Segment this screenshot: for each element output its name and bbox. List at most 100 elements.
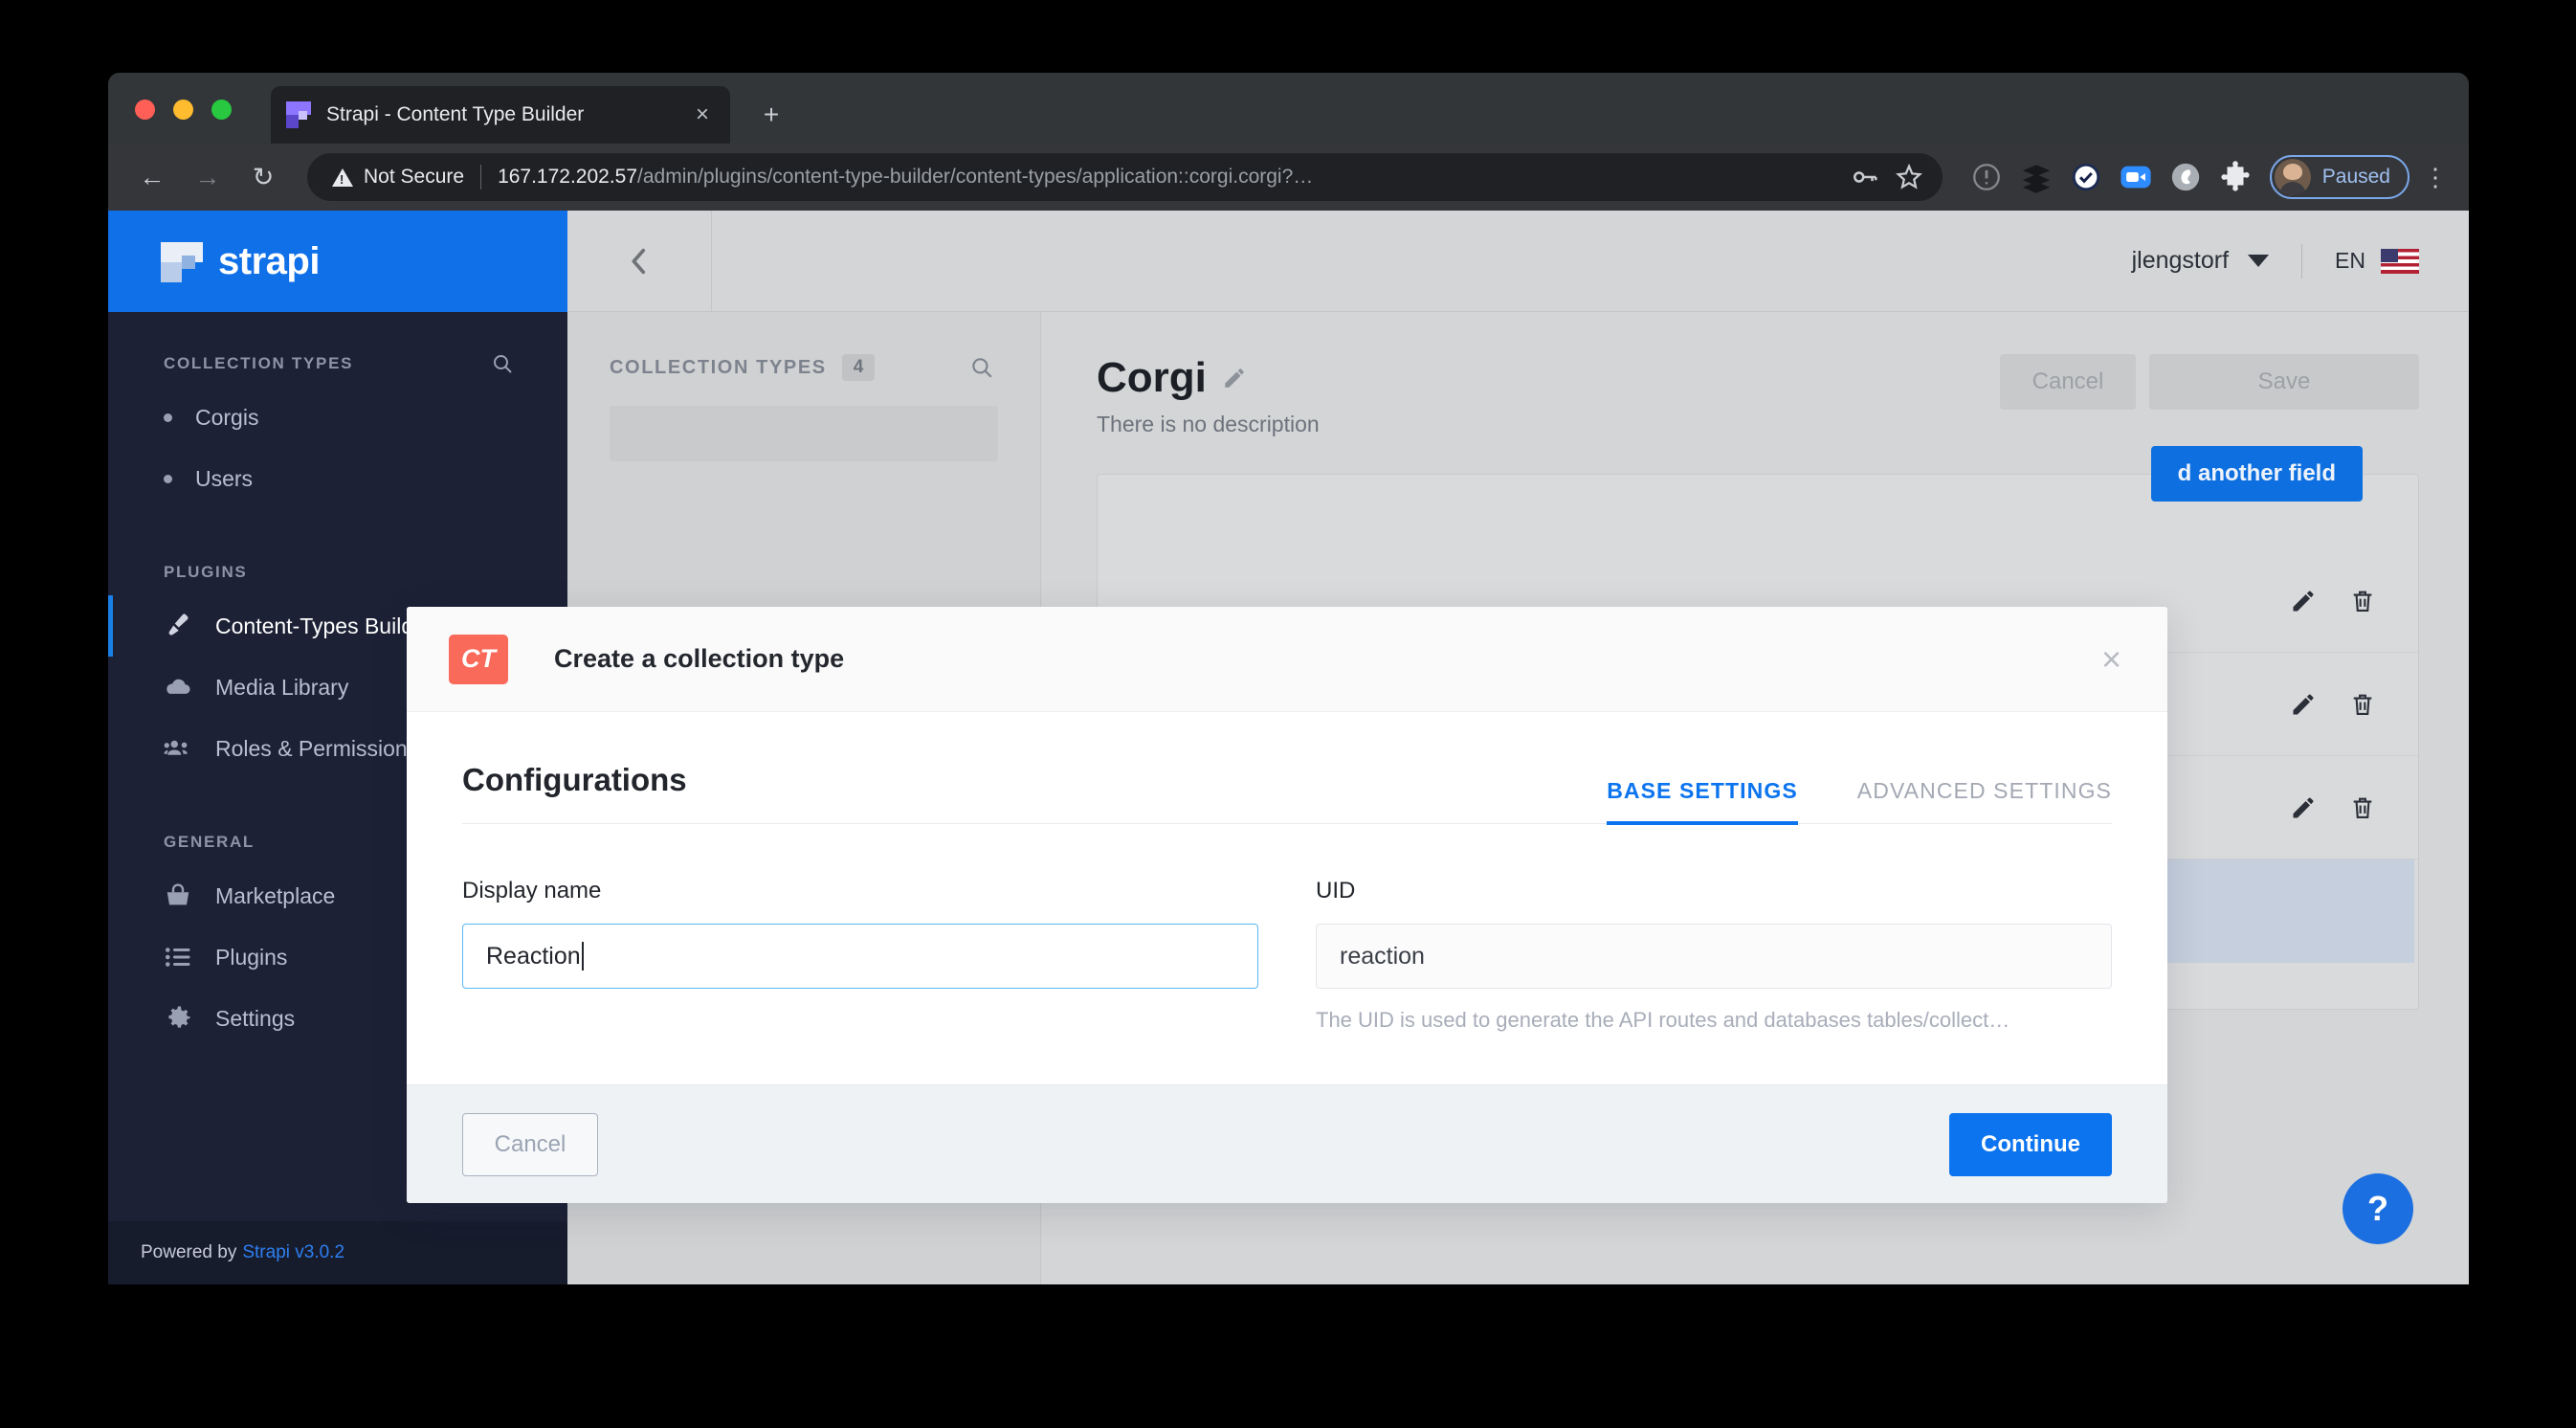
topbar-separator xyxy=(2301,244,2302,279)
close-window-button[interactable] xyxy=(135,100,155,120)
cloud-upload-icon xyxy=(164,673,196,702)
url-text: 167.172.202.57/admin/plugins/content-typ… xyxy=(498,166,1835,189)
content-type-description: There is no description xyxy=(1097,412,1320,437)
puzzle-piece-icon[interactable] xyxy=(2214,156,2256,198)
tab-base-settings[interactable]: BASE SETTINGS xyxy=(1607,778,1798,823)
not-secure-indicator[interactable]: Not Secure xyxy=(332,166,464,189)
sidebar-item-users[interactable]: Users xyxy=(108,448,567,509)
pencil-icon[interactable] xyxy=(2290,794,2317,821)
bullet-icon xyxy=(164,475,172,483)
display-name-value: Reaction xyxy=(486,943,581,971)
browser-menu-button[interactable]: ⋮ xyxy=(2423,170,2444,184)
topbar-divider xyxy=(711,211,712,312)
forward-button[interactable]: → xyxy=(185,154,231,200)
uid-hint-text: The UID is used to generate the API rout… xyxy=(1316,1008,2112,1033)
display-name-input[interactable]: Reaction xyxy=(462,924,1258,989)
modal-title: Create a collection type xyxy=(554,644,844,674)
modal-continue-button[interactable]: Continue xyxy=(1949,1113,2112,1176)
add-another-field-button[interactable]: d another field xyxy=(2151,446,2363,502)
address-bar[interactable]: Not Secure 167.172.202.57/admin/plugins/… xyxy=(307,153,1943,201)
display-name-label: Display name xyxy=(462,878,1258,904)
users-group-icon xyxy=(164,734,196,763)
strapi-logo[interactable]: strapi xyxy=(108,211,567,312)
uid-field-group: UID reaction The UID is used to generate… xyxy=(1316,878,2112,1033)
cancel-button[interactable]: Cancel xyxy=(2000,354,2136,410)
browser-window: Strapi - Content Type Builder × + ← → ↻ … xyxy=(108,73,2469,1284)
chevron-down-icon xyxy=(2248,255,2269,267)
trash-icon[interactable] xyxy=(2349,691,2376,718)
settings-tabs: BASE SETTINGS ADVANCED SETTINGS xyxy=(1607,778,2112,823)
info-circle-icon[interactable] xyxy=(1965,156,2008,198)
strapi-logo-icon xyxy=(161,240,203,282)
display-name-field-group: Display name Reaction xyxy=(462,878,1258,1033)
new-tab-button[interactable]: + xyxy=(757,101,786,128)
trash-icon[interactable] xyxy=(2349,794,2376,821)
help-button[interactable]: ? xyxy=(2343,1173,2413,1244)
user-name-label: jlengstorf xyxy=(2132,247,2229,275)
create-collection-type-modal: CT Create a collection type × Configurat… xyxy=(407,607,2167,1203)
layers-stack-icon[interactable] xyxy=(2015,156,2057,198)
pencil-icon[interactable] xyxy=(2290,691,2317,718)
modal-body: Configurations BASE SETTINGS ADVANCED SE… xyxy=(407,712,2167,1084)
profile-chip[interactable]: Paused xyxy=(2270,155,2409,199)
uid-value: reaction xyxy=(1340,943,1425,971)
back-button[interactable]: ← xyxy=(129,154,175,200)
uid-input[interactable]: reaction xyxy=(1316,924,2112,989)
page-title: Corgi xyxy=(1097,354,1320,402)
sidebar-item-label: Roles & Permissions xyxy=(215,736,418,762)
shopping-basket-icon xyxy=(164,881,196,910)
brush-icon xyxy=(164,612,196,640)
chevron-left-icon[interactable] xyxy=(567,245,711,278)
row-actions xyxy=(2290,691,2376,718)
window-traffic-lights xyxy=(135,100,232,120)
check-circle-icon[interactable] xyxy=(2065,156,2107,198)
list-panel-header: COLLECTION TYPES 4 xyxy=(567,354,1040,381)
save-button[interactable]: Save xyxy=(2149,354,2419,410)
ghost-icon[interactable] xyxy=(2165,156,2207,198)
section-title: Configurations xyxy=(462,762,687,823)
language-label[interactable]: EN xyxy=(2335,248,2365,274)
search-icon[interactable] xyxy=(491,352,514,375)
strapi-app: strapi COLLECTION TYPES Corgis xyxy=(108,211,2469,1284)
bookmark-star-icon[interactable] xyxy=(1895,163,1923,191)
sidebar-section-label: GENERAL xyxy=(164,833,255,852)
url-path: /admin/plugins/content-type-builder/cont… xyxy=(637,166,1313,188)
bullet-icon xyxy=(164,413,172,422)
collection-types-count-badge: 4 xyxy=(842,354,876,381)
collection-type-badge: CT xyxy=(449,635,508,684)
app-topbar: jlengstorf EN xyxy=(567,211,2469,312)
sidebar-item-label: Plugins xyxy=(215,945,287,971)
video-camera-icon[interactable] xyxy=(2115,156,2157,198)
gear-icon xyxy=(164,1004,196,1033)
reload-button[interactable]: ↻ xyxy=(240,154,286,200)
modal-header: CT Create a collection type × xyxy=(407,607,2167,712)
us-flag-icon xyxy=(2381,249,2419,274)
password-key-icon[interactable] xyxy=(1851,163,1879,191)
pencil-icon[interactable] xyxy=(1222,366,1247,390)
sidebar-item-label: Users xyxy=(195,466,253,492)
sidebar-item-label: Marketplace xyxy=(215,883,335,909)
detail-actions: Cancel Save xyxy=(2000,354,2419,410)
topbar-right: jlengstorf EN xyxy=(2132,244,2469,279)
pencil-icon[interactable] xyxy=(2290,588,2317,614)
sidebar-section-label: PLUGINS xyxy=(164,563,247,582)
minimize-window-button[interactable] xyxy=(173,100,193,120)
strapi-version-link[interactable]: Strapi v3.0.2 xyxy=(242,1242,344,1263)
user-menu[interactable]: jlengstorf xyxy=(2132,247,2269,275)
search-icon[interactable] xyxy=(969,355,994,380)
browser-tab[interactable]: Strapi - Content Type Builder × xyxy=(271,86,730,144)
close-tab-icon[interactable]: × xyxy=(690,103,715,126)
text-cursor xyxy=(582,942,584,971)
tab-advanced-settings[interactable]: ADVANCED SETTINGS xyxy=(1857,778,2112,823)
list-icon xyxy=(164,943,196,971)
modal-cancel-button[interactable]: Cancel xyxy=(462,1113,598,1176)
profile-status-label: Paused xyxy=(2322,166,2390,189)
list-item[interactable] xyxy=(610,406,998,461)
sidebar-item-label: Content-Types Builder xyxy=(215,614,433,639)
sidebar-item-corgis[interactable]: Corgis xyxy=(108,387,567,448)
trash-icon[interactable] xyxy=(2349,588,2376,614)
browser-tab-strip: Strapi - Content Type Builder × + xyxy=(108,73,2469,144)
maximize-window-button[interactable] xyxy=(211,100,232,120)
close-icon[interactable]: × xyxy=(2096,642,2127,677)
browser-toolbar: ← → ↻ Not Secure 167.172.202.57/admin/pl… xyxy=(108,144,2469,211)
